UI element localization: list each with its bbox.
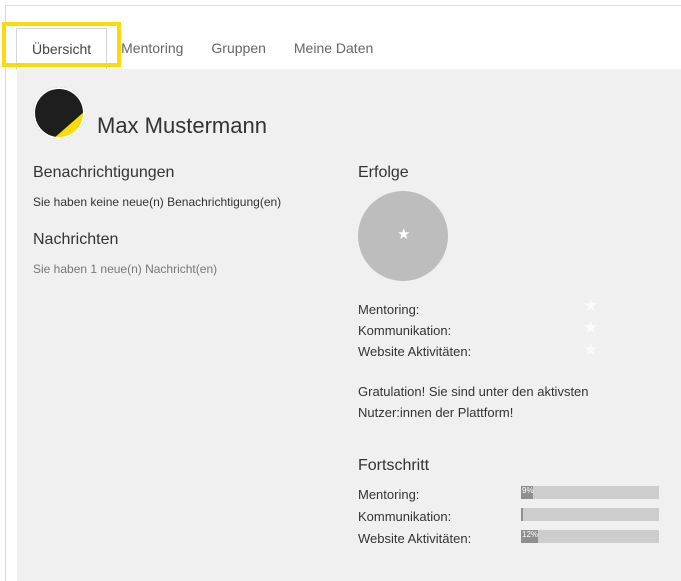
achievement-label-mentoring: Mentoring: bbox=[358, 302, 420, 317]
notifications-text: Sie haben keine neue(n) Benachrichtigung… bbox=[33, 195, 282, 209]
tab-meine-daten[interactable]: Meine Daten bbox=[280, 28, 387, 70]
achievement-label-kommunikation: Kommunikation: bbox=[358, 323, 452, 338]
tab-gruppen[interactable]: Gruppen bbox=[197, 28, 279, 70]
progress-bar-website: 12% bbox=[521, 530, 659, 543]
star-icon: ★ bbox=[583, 296, 599, 315]
star-icon: ★ bbox=[397, 226, 411, 243]
progress-label-website: Website Aktivitäten: bbox=[358, 531, 472, 546]
progress-fill bbox=[521, 508, 523, 521]
progress-title: Fortschritt bbox=[358, 457, 430, 474]
messages-title: Nachrichten bbox=[33, 231, 119, 248]
frame-left-border bbox=[5, 5, 6, 581]
notifications-title: Benachrichtigungen bbox=[33, 164, 175, 181]
profile-name: Max Mustermann bbox=[97, 113, 267, 138]
star-icon: ★ bbox=[583, 340, 599, 359]
achievements-title: Erfolge bbox=[358, 164, 409, 181]
congratulation-line-1: Gratulation! Sie sind unter den aktivste… bbox=[358, 384, 589, 399]
tab-mentoring[interactable]: Mentoring bbox=[107, 28, 197, 70]
progress-value: 12% bbox=[522, 530, 539, 539]
progress-bar-kommunikation bbox=[521, 508, 659, 521]
progress-value: 9% bbox=[522, 486, 534, 495]
frame-top-border bbox=[5, 5, 681, 6]
progress-bar-mentoring: 9% bbox=[521, 486, 659, 499]
tab-bar: Übersicht Mentoring Gruppen Meine Daten bbox=[16, 28, 387, 70]
overview-panel bbox=[17, 69, 681, 581]
tab-uebersicht[interactable]: Übersicht bbox=[16, 28, 108, 70]
achievement-label-website: Website Aktivitäten: bbox=[358, 344, 472, 359]
progress-label-mentoring: Mentoring: bbox=[358, 487, 420, 502]
star-icon: ★ bbox=[583, 318, 599, 337]
congratulation-message: Gratulation! Sie sind unter den aktivste… bbox=[358, 381, 658, 423]
messages-text[interactable]: Sie haben 1 neue(n) Nachricht(en) bbox=[33, 262, 217, 276]
progress-label-kommunikation: Kommunikation: bbox=[358, 509, 452, 524]
congratulation-line-2: Nutzer:innen der Plattform! bbox=[358, 405, 514, 420]
user-avatar-icon bbox=[33, 87, 85, 139]
